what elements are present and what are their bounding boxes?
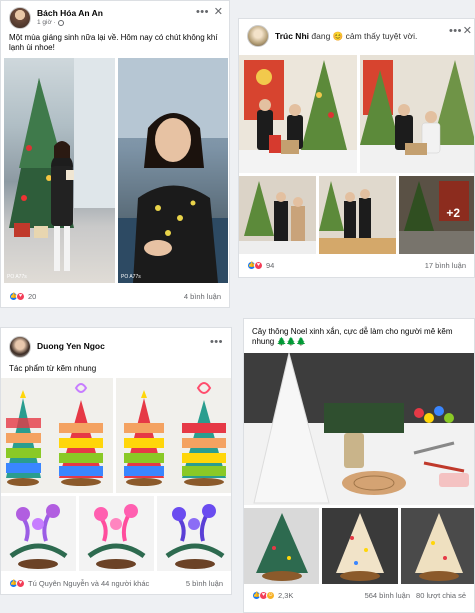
chenille-tree-photo xyxy=(1,378,113,493)
reaction-icons[interactable]: 👍 ♥ xyxy=(9,578,25,588)
avatar[interactable] xyxy=(247,25,269,47)
christmas-decor-photo xyxy=(239,55,357,173)
post-photo-2[interactable]: PO A77s xyxy=(118,58,228,283)
post-photo-4[interactable] xyxy=(401,508,474,584)
post-caption: Cây thông Noel xinh xắn, cực dễ làm cho … xyxy=(252,327,453,347)
post-photo-2[interactable] xyxy=(116,378,231,493)
post-photo-1[interactable] xyxy=(244,353,474,505)
comment-count[interactable]: 4 bình luận xyxy=(184,292,221,301)
close-icon[interactable]: ✕ xyxy=(463,24,472,37)
post-time[interactable]: 1 giờ · xyxy=(37,19,56,26)
post-photo-3[interactable] xyxy=(322,508,398,584)
christmas-decor-photo xyxy=(360,55,474,173)
avatar[interactable] xyxy=(9,336,31,358)
comment-count[interactable]: 5 bình luận xyxy=(186,579,223,588)
reaction-count[interactable]: Tú Quyên Nguyễn và 44 người khác xyxy=(28,579,149,588)
post-photo-3[interactable] xyxy=(239,176,316,254)
post-card-bach-hoa-an-an: Bách Hóa An An 1 giờ · ••• ✕ Một mùa giá… xyxy=(0,0,230,308)
care-reaction-icon: ☺ xyxy=(266,590,275,600)
comment-count[interactable]: 17 bình luận xyxy=(425,261,466,270)
post-photo-4[interactable] xyxy=(79,496,154,571)
post-header: Bách Hóa An An 1 giờ · ••• ✕ xyxy=(1,1,229,31)
post-photo-1[interactable] xyxy=(239,55,357,173)
chenille-orchid-photo xyxy=(79,496,154,571)
love-reaction-icon: ♥ xyxy=(16,578,25,588)
post-photo-2[interactable] xyxy=(360,55,474,173)
post-footer: 👍 ♥ ☺ 2,3K 564 bình luận 80 lượt chia sẻ xyxy=(244,587,474,603)
post-caption: Tác phẩm từ kẽm nhung xyxy=(9,364,97,373)
post-photo-5[interactable]: +2 xyxy=(399,176,474,254)
camera-watermark: PO A77s xyxy=(7,274,27,280)
group-photo xyxy=(399,176,474,254)
reaction-icons[interactable]: 👍 ♥ xyxy=(9,291,25,301)
portrait-photo xyxy=(118,58,228,283)
author-name[interactable]: Bách Hóa An An xyxy=(37,9,103,19)
feeling-activity: đang 😊 cảm thấy tuyệt vời. xyxy=(311,31,418,42)
post-footer: 👍 ♥ 20 4 bình luận xyxy=(1,288,229,304)
post-footer: 👍 ♥ Tú Quyên Nguyễn và 44 người khác 5 b… xyxy=(1,575,231,591)
chenille-tree-photo xyxy=(116,378,231,493)
post-photo-1[interactable] xyxy=(1,378,113,493)
more-options-icon[interactable]: ••• xyxy=(210,336,223,348)
post-photo-4[interactable] xyxy=(319,176,396,254)
reaction-count[interactable]: 94 xyxy=(266,261,274,270)
group-photo xyxy=(319,176,396,254)
reaction-icons[interactable]: 👍 ♥ xyxy=(247,260,263,270)
post-card-truc-nhi: Trúc Nhi đang 😊 cảm thấy tuyệt vời. ••• … xyxy=(238,18,475,278)
reaction-icons[interactable]: 👍 ♥ ☺ xyxy=(252,590,275,600)
group-photo xyxy=(239,176,316,254)
close-icon[interactable]: ✕ xyxy=(214,5,223,18)
post-footer: 👍 ♥ 94 17 bình luận xyxy=(239,257,474,273)
comment-count[interactable]: 564 bình luận xyxy=(365,591,410,600)
more-options-icon[interactable]: ••• xyxy=(449,25,462,37)
post-card-tree-tutorial: Cây thông Noel xinh xắn, cực dễ làm cho … xyxy=(243,318,475,613)
more-options-icon[interactable]: ••• xyxy=(196,6,209,18)
post-card-duong-yen-ngoc: Duong Yen Ngoc ••• Tác phẩm từ kẽm nhung xyxy=(0,327,232,595)
finished-tree-photo xyxy=(401,508,474,584)
author-name[interactable]: Trúc Nhi xyxy=(275,31,309,41)
reaction-count[interactable]: 2,3K xyxy=(278,591,293,600)
camera-watermark: PO A77s xyxy=(121,274,141,280)
avatar[interactable] xyxy=(9,7,31,29)
love-reaction-icon: ♥ xyxy=(254,260,263,270)
post-photo-3[interactable] xyxy=(1,496,76,571)
globe-icon xyxy=(57,19,64,26)
post-header: Duong Yen Ngoc ••• xyxy=(1,328,231,360)
love-reaction-icon: ♥ xyxy=(16,291,25,301)
author-name[interactable]: Duong Yen Ngoc xyxy=(37,341,105,352)
post-photo-5[interactable] xyxy=(157,496,231,571)
chenille-orchid-photo xyxy=(157,496,231,571)
finished-tree-photo xyxy=(322,508,398,584)
post-header: Trúc Nhi đang 😊 cảm thấy tuyệt vời. ••• … xyxy=(239,19,474,49)
share-count[interactable]: 80 lượt chia sẻ xyxy=(416,591,466,600)
finished-tree-photo xyxy=(244,508,319,584)
post-photo-2[interactable] xyxy=(244,508,319,584)
more-photos-count[interactable]: +2 xyxy=(446,206,460,220)
chenille-orchid-photo xyxy=(1,496,76,571)
craft-materials-photo xyxy=(244,353,474,505)
christmas-tree-photo xyxy=(9,58,115,271)
post-caption: Một mùa giáng sinh nữa lại về. Hôm nay c… xyxy=(9,33,218,53)
post-photo-1[interactable]: PO A77s xyxy=(4,58,115,283)
reaction-count[interactable]: 20 xyxy=(28,292,36,301)
